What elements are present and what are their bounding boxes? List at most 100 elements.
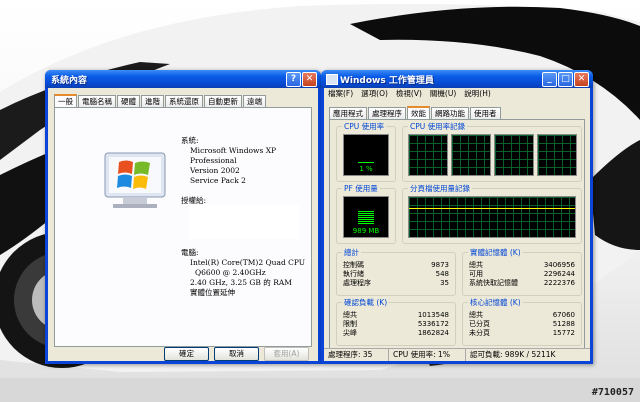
row-label: 總共 — [469, 261, 483, 269]
kernel-memory-label: 核心記憶體 (K) — [468, 297, 523, 308]
row-value: 548 — [435, 270, 449, 278]
window-title: Windows 工作管理員 — [340, 76, 434, 86]
cpu-usage-bar — [358, 162, 374, 163]
commit-row-limit: 限制 5336172 — [343, 320, 449, 328]
cpu-history-core-2 — [451, 134, 491, 176]
menu-bar: 檔案(F) 選項(O) 檢視(V) 關機(U) 說明(H) — [324, 88, 590, 100]
row-value: 1862824 — [417, 329, 449, 337]
row-label: 已分頁 — [469, 320, 490, 328]
row-value: 35 — [440, 279, 449, 287]
computer-line-2: Q6600 @ 2.40GHz — [195, 268, 266, 277]
computer-line-3: 2.40 GHz, 3.25 GB 的 RAM — [190, 278, 292, 287]
cpu-usage-label: CPU 使用率 — [342, 121, 387, 132]
tab-remote[interactable]: 遠端 — [243, 95, 266, 107]
kernel-row-nonpaged: 未分頁 15772 — [469, 329, 575, 337]
cpu-history-label: CPU 使用率記錄 — [408, 121, 468, 132]
tab-system-restore[interactable]: 系統還原 — [165, 95, 203, 107]
system-properties-titlebar[interactable]: 系統內容 ? ✕ — [45, 70, 321, 88]
tab-users[interactable]: 使用者 — [470, 107, 501, 119]
row-value: 1013548 — [417, 311, 449, 319]
menu-options[interactable]: 選項(O) — [357, 88, 392, 100]
row-value: 15772 — [552, 329, 575, 337]
ok-button[interactable]: 確定 — [164, 347, 209, 361]
task-manager-app-icon — [326, 74, 338, 85]
cpu-history-group: CPU 使用率記錄 — [402, 121, 582, 182]
row-value: 51288 — [552, 320, 575, 328]
physical-memory-label: 實體記憶體 (K) — [468, 247, 523, 258]
row-label: 控制碼 — [343, 261, 364, 269]
minimize-button[interactable]: _ — [542, 72, 557, 87]
cpu-usage-group: CPU 使用率 1 % — [336, 121, 396, 182]
close-button[interactable]: ✕ — [574, 72, 589, 87]
totals-label: 總計 — [342, 247, 361, 258]
cpu-usage-value: 1 % — [359, 165, 373, 173]
cpu-history-core-4 — [537, 134, 577, 176]
task-manager-client: 檔案(F) 選項(O) 檢視(V) 關機(U) 說明(H) 應用程式 處理程序 … — [324, 88, 590, 361]
status-commit: 認可負載: 989K / 5211K — [470, 350, 556, 359]
cpu-usage-meter: 1 % — [343, 134, 389, 176]
registered-heading: 授權給: — [181, 196, 207, 205]
kernel-row-total: 總共 67060 — [469, 311, 575, 319]
tab-processes[interactable]: 處理程序 — [368, 107, 406, 119]
kernel-memory-group: 核心記憶體 (K) 總共 67060 已分頁 51288 未分頁 15772 — [462, 297, 582, 346]
row-label: 可用 — [469, 270, 483, 278]
pf-usage-group: PF 使用量 989 MB — [336, 183, 396, 244]
row-label: 總共 — [469, 311, 483, 319]
tab-networking[interactable]: 網路功能 — [431, 107, 469, 119]
row-label: 限制 — [343, 320, 357, 328]
pf-history-label: 分頁檔使用量記錄 — [408, 183, 472, 194]
totals-row-handles: 控制碼 9873 — [343, 261, 449, 269]
window-title: 系統內容 — [51, 76, 88, 86]
menu-view[interactable]: 檢視(V) — [392, 88, 426, 100]
tab-computer-name[interactable]: 電腦名稱 — [78, 95, 116, 107]
row-label: 尖峰 — [343, 329, 357, 337]
pf-usage-meter: 989 MB — [343, 196, 389, 238]
commit-row-peak: 尖峰 1862824 — [343, 329, 449, 337]
windows-logo-icon — [104, 152, 166, 208]
help-button[interactable]: ? — [286, 72, 301, 87]
row-value: 2296244 — [543, 270, 575, 278]
totals-row-processes: 處理程序 35 — [343, 279, 449, 287]
row-label: 執行緒 — [343, 270, 364, 278]
row-value: 67060 — [552, 311, 575, 319]
pf-usage-bar — [358, 211, 374, 225]
physical-row-cache: 系統快取記憶體 2222376 — [469, 279, 575, 287]
os-line-4: Service Pack 2 — [190, 176, 246, 185]
pf-history-group: 分頁檔使用量記錄 — [402, 183, 582, 244]
computer-heading: 電腦: — [181, 248, 199, 257]
row-value: 9873 — [431, 261, 449, 269]
task-manager-titlebar[interactable]: Windows 工作管理員 _ □ ✕ — [321, 70, 593, 88]
status-cpu: CPU 使用率: 1% — [389, 349, 466, 361]
tab-performance[interactable]: 效能 — [407, 106, 430, 120]
maximize-button[interactable]: □ — [558, 72, 573, 87]
tab-advanced[interactable]: 進階 — [141, 95, 164, 107]
tab-applications[interactable]: 應用程式 — [329, 107, 367, 119]
system-properties-window: 系統內容 ? ✕ 一般 電腦名稱 硬體 進階 系統還原 自動更新 遠端 系統: … — [45, 70, 321, 364]
os-line-3: Version 2002 — [190, 166, 240, 175]
tab-hardware[interactable]: 硬體 — [117, 95, 140, 107]
close-button[interactable]: ✕ — [302, 72, 317, 87]
menu-help[interactable]: 說明(H) — [460, 88, 495, 100]
status-bar: 處理程序: 35 CPU 使用率: 1% 認可負載: 989K / 5211K — [324, 348, 590, 361]
system-heading: 系統: — [181, 136, 199, 145]
computer-line-4: 實體位置延伸 — [190, 288, 235, 297]
performance-panel: CPU 使用率 1 % CPU 使用率記錄 PF 使用量 989 MB 分頁檔使… — [329, 119, 585, 349]
cpu-history-core-3 — [494, 134, 534, 176]
totals-row-threads: 執行緒 548 — [343, 270, 449, 278]
general-panel: 系統: Microsoft Windows XP Professional Ve… — [54, 107, 312, 347]
computer-line-1: Intel(R) Core(TM)2 Quad CPU — [190, 258, 306, 267]
os-line-1: Microsoft Windows XP — [190, 146, 277, 155]
apply-button[interactable]: 套用(A) — [264, 347, 309, 361]
cancel-button[interactable]: 取消 — [214, 347, 259, 361]
pf-history-line — [409, 208, 575, 209]
row-value: 2222376 — [543, 279, 575, 287]
tab-general[interactable]: 一般 — [54, 94, 77, 108]
system-properties-client: 一般 電腦名稱 硬體 進階 系統還原 自動更新 遠端 系統: Microsoft… — [48, 88, 318, 361]
row-label: 總共 — [343, 311, 357, 319]
menu-shutdown[interactable]: 關機(U) — [426, 88, 460, 100]
commit-charge-group: 確認負載 (K) 總共 1013548 限制 5336172 尖峰 1862824 — [336, 297, 456, 346]
physical-row-total: 總共 3406956 — [469, 261, 575, 269]
menu-file[interactable]: 檔案(F) — [324, 88, 357, 100]
tab-automatic-updates[interactable]: 自動更新 — [204, 95, 242, 107]
row-label: 處理程序 — [343, 279, 371, 287]
